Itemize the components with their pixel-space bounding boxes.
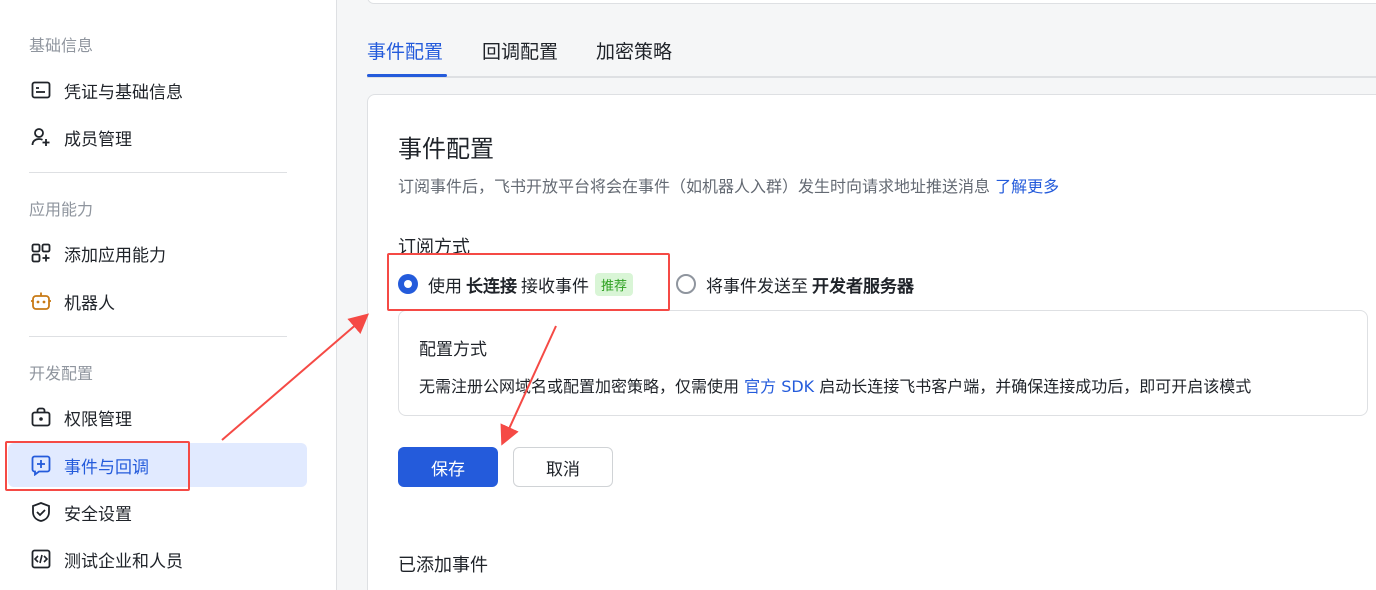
sidebar-item-robot[interactable]: 机器人 [8, 279, 307, 323]
sidebar-item-security[interactable]: 安全设置 [8, 490, 307, 534]
description-text: 订阅事件后，飞书开放平台将会在事件（如机器人入群）发生时向请求地址推送消息 [398, 177, 991, 196]
recommended-badge: 推荐 [595, 272, 634, 296]
official-sdk-link[interactable]: 官方 SDK [744, 377, 814, 396]
app-root: 基础信息 凭证与基础信息 成员管理 应用能力 添加应用能力 机器人 开发配置 权… [0, 0, 1376, 590]
sidebar-item-test-enterprise[interactable]: 测试企业和人员 [8, 537, 307, 581]
robot-icon [30, 290, 52, 312]
sidebar-item-permissions[interactable]: 权限管理 [8, 395, 307, 439]
event-config-card: 事件配置 订阅事件后，飞书开放平台将会在事件（如机器人入群）发生时向请求地址推送… [367, 94, 1376, 590]
sidebar-item-label: 凭证与基础信息 [64, 82, 183, 103]
radio-checked-icon[interactable] [398, 274, 418, 294]
card-description: 订阅事件后，飞书开放平台将会在事件（如机器人入群）发生时向请求地址推送消息 了解… [398, 173, 1059, 197]
main-content: 事件配置 回调配置 加密策略 事件配置 订阅事件后，飞书开放平台将会在事件（如机… [337, 0, 1376, 590]
option-prefix: 使用 [428, 276, 462, 297]
sidebar-item-label: 安全设置 [64, 504, 132, 525]
sidebar-item-add-capability[interactable]: 添加应用能力 [8, 231, 307, 275]
top-card-edge [367, 0, 1376, 4]
code-window-icon [30, 548, 52, 570]
cancel-button[interactable]: 取消 [513, 447, 613, 487]
active-tab-indicator [367, 74, 447, 77]
sidebar-divider [29, 172, 287, 173]
sidebar-item-label: 机器人 [64, 293, 115, 314]
section-title-basic: 基础信息 [29, 36, 94, 55]
tab-callback-config[interactable]: 回调配置 [482, 37, 558, 64]
section-title-capabilities: 应用能力 [29, 200, 94, 219]
learn-more-link[interactable]: 了解更多 [995, 177, 1059, 196]
tab-bar: 事件配置 回调配置 加密策略 [367, 30, 1376, 78]
config-method-text: 无需注册公网域名或配置加密策略，仅需使用 官方 SDK 启动长连接飞书客户端，并… [419, 373, 1251, 397]
sidebar: 基础信息 凭证与基础信息 成员管理 应用能力 添加应用能力 机器人 开发配置 权… [0, 0, 337, 590]
sidebar-item-label: 事件与回调 [64, 457, 149, 478]
radio-developer-server[interactable]: 将事件发送至 开发者服务器 [676, 269, 918, 299]
credential-icon [30, 79, 52, 101]
page-title: 事件配置 [398, 135, 494, 163]
event-callback-icon [30, 454, 52, 476]
section-title-dev-config: 开发配置 [29, 364, 94, 383]
option-bold: 开发者服务器 [812, 276, 914, 297]
subscribe-method-title: 订阅方式 [398, 237, 470, 258]
config-text-after: 启动长连接飞书客户端，并确保连接成功后，即可开启该模式 [819, 377, 1252, 396]
sidebar-item-label: 权限管理 [64, 409, 132, 430]
permission-icon [30, 406, 52, 428]
radio-unchecked-icon[interactable] [676, 274, 696, 294]
tab-encryption-strategy[interactable]: 加密策略 [596, 37, 672, 64]
app-grid-add-icon [30, 242, 52, 264]
option-suffix: 接收事件 [521, 276, 589, 297]
member-add-icon [30, 126, 52, 148]
sidebar-item-credentials[interactable]: 凭证与基础信息 [8, 68, 307, 112]
radio-long-connection[interactable]: 使用 长连接 接收事件 推荐 [398, 269, 634, 299]
sidebar-divider [29, 336, 287, 337]
sidebar-item-label: 测试企业和人员 [64, 551, 183, 572]
sidebar-item-members[interactable]: 成员管理 [8, 115, 307, 159]
config-text-before: 无需注册公网域名或配置加密策略，仅需使用 [419, 377, 740, 396]
sidebar-item-events-callbacks[interactable]: 事件与回调 [8, 443, 307, 487]
sidebar-item-label: 添加应用能力 [64, 245, 166, 266]
config-method-box: 配置方式 无需注册公网域名或配置加密策略，仅需使用 官方 SDK 启动长连接飞书… [398, 310, 1368, 416]
shield-check-icon [30, 501, 52, 523]
sidebar-item-label: 成员管理 [64, 129, 132, 150]
tab-event-config[interactable]: 事件配置 [367, 37, 443, 64]
config-method-title: 配置方式 [419, 340, 487, 360]
save-button[interactable]: 保存 [398, 447, 498, 487]
option-prefix: 将事件发送至 [706, 276, 808, 297]
option-bold: 长连接 [466, 276, 517, 297]
added-events-title: 已添加事件 [398, 555, 488, 576]
